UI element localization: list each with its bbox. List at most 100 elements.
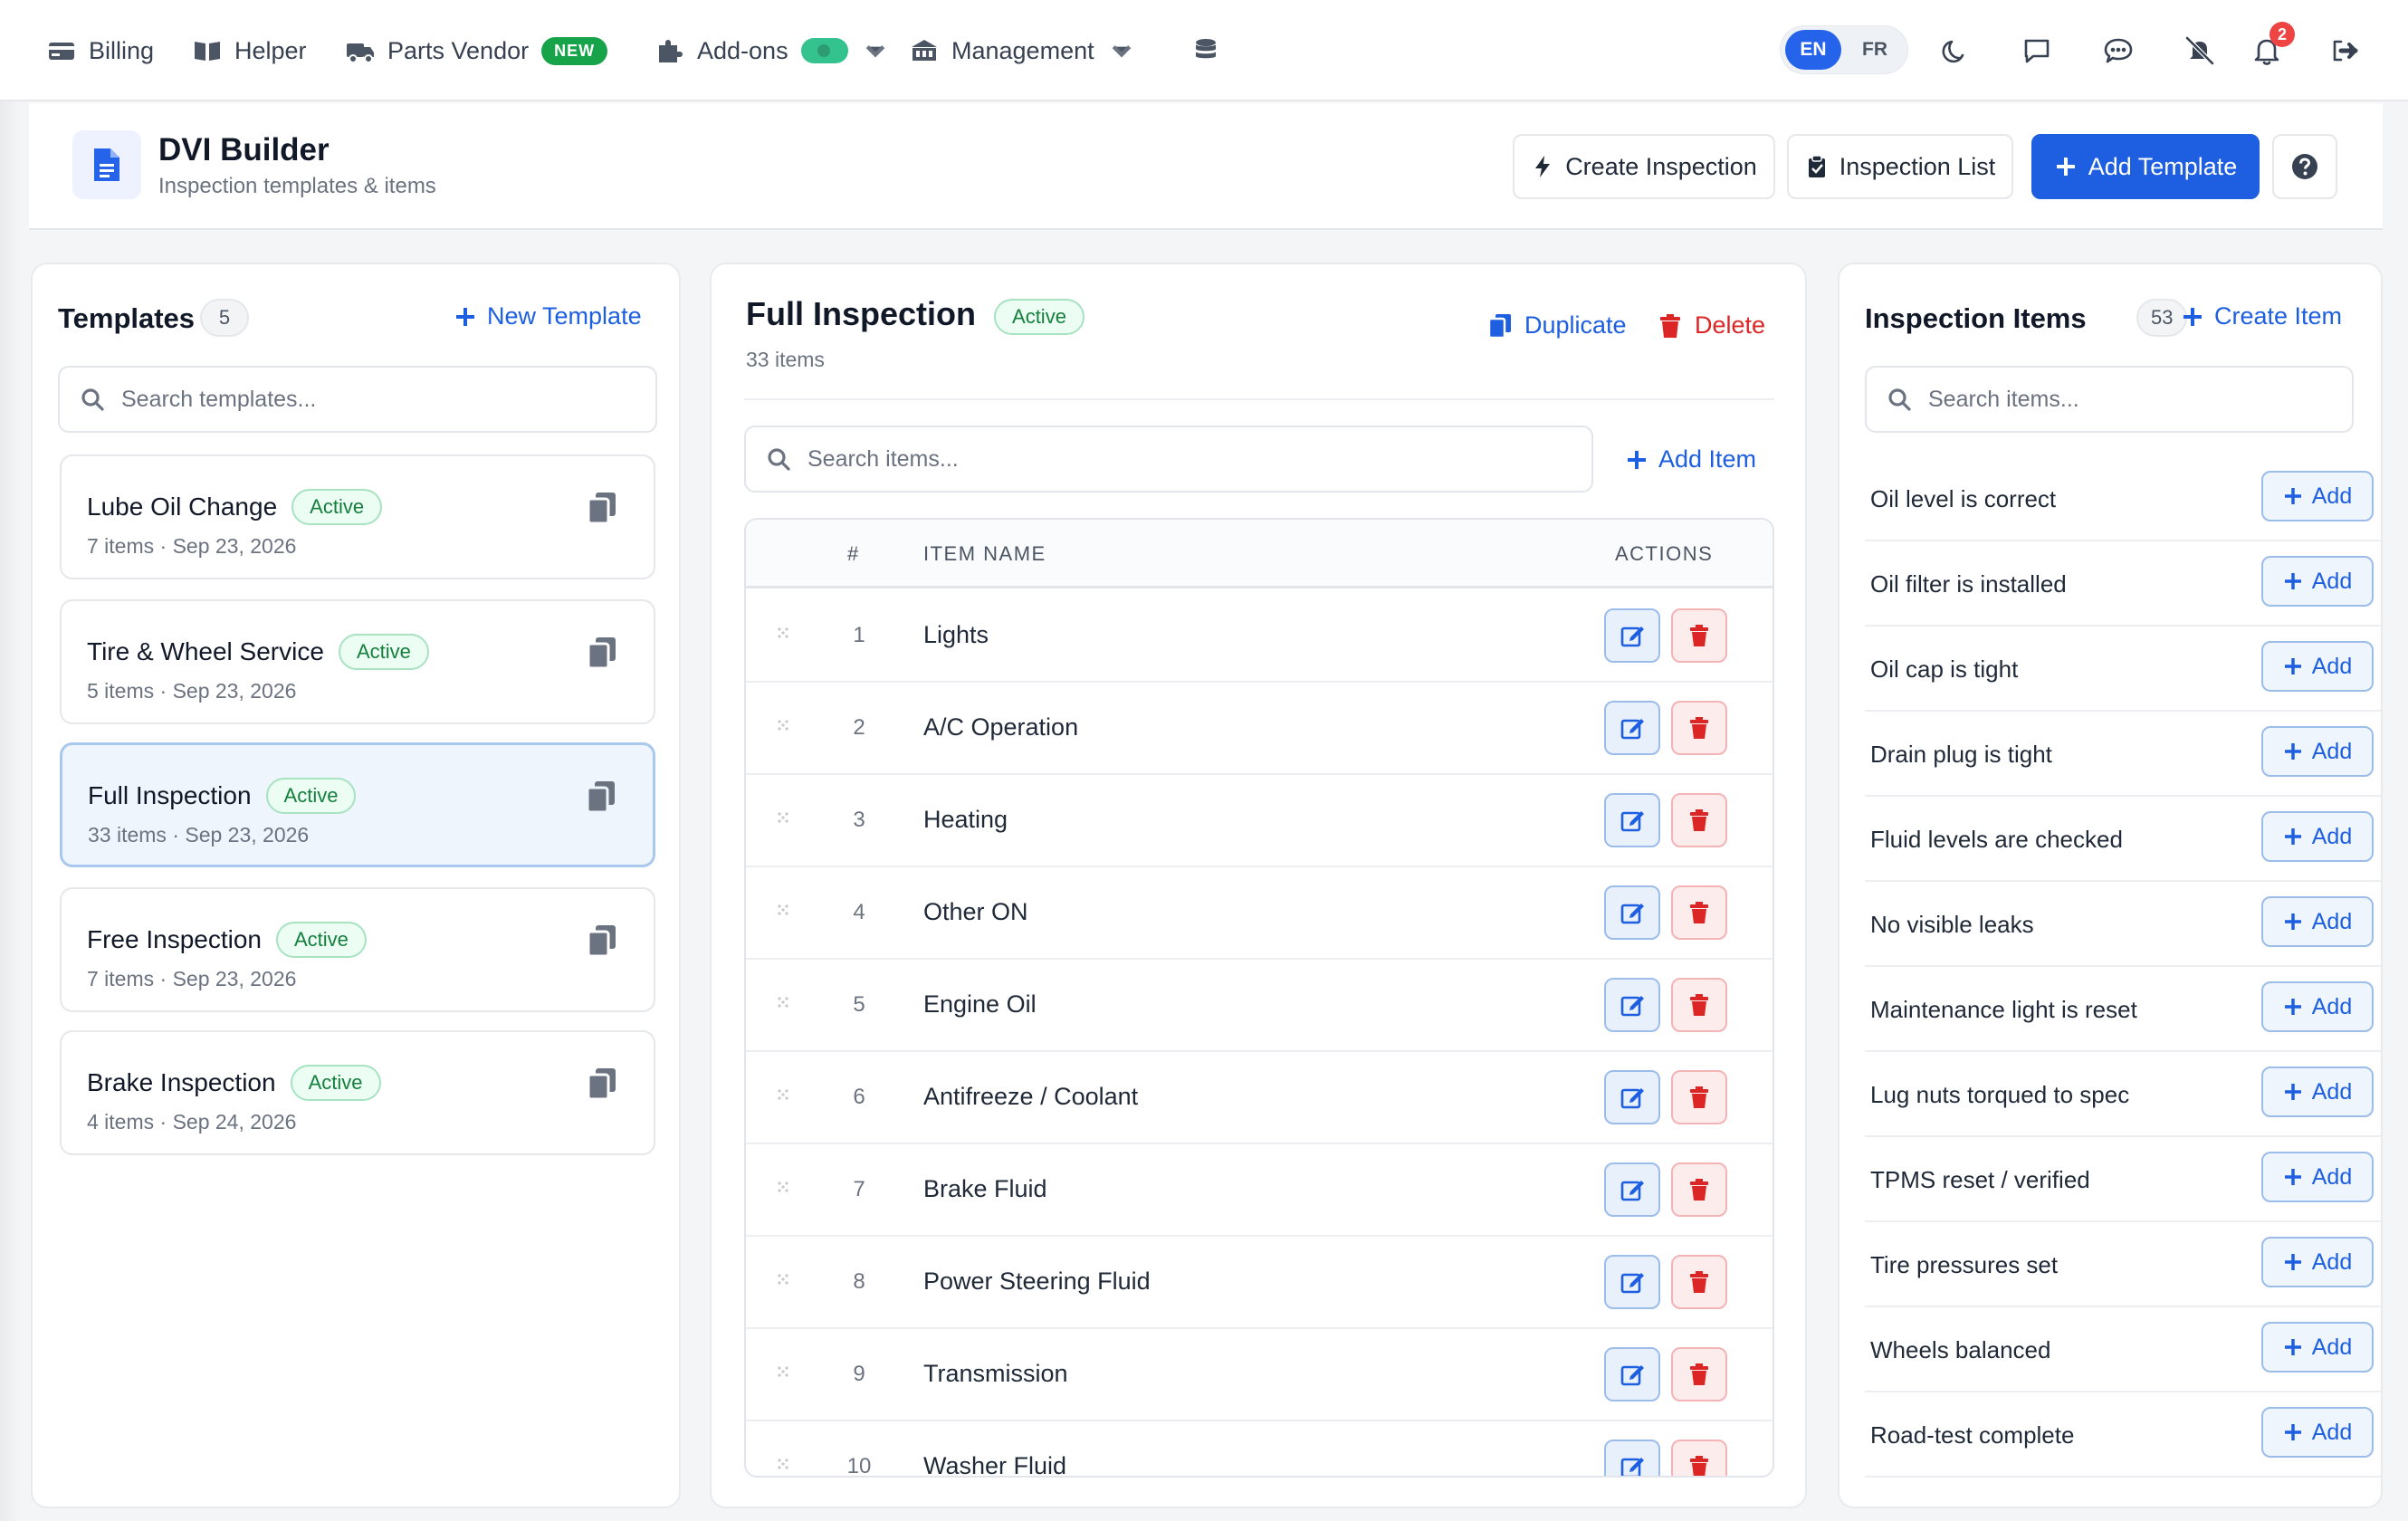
template-detail-title-row: Full Inspection Active [746, 295, 1085, 335]
create-inspection-button[interactable]: Create Inspection [1513, 134, 1775, 199]
nav-management[interactable]: Management [910, 0, 1136, 101]
template-search-input[interactable] [121, 386, 582, 413]
edit-item-button[interactable] [1604, 1347, 1660, 1401]
table-row[interactable]: 3 Heating [746, 775, 1773, 867]
delete-item-button[interactable] [1671, 701, 1727, 755]
duplicate-label: Duplicate [1524, 311, 1627, 339]
delete-item-button[interactable] [1671, 1070, 1727, 1124]
template-card[interactable]: Lube Oil Change Active 7 items · Sep 23, … [60, 454, 655, 579]
delete-item-button[interactable] [1671, 793, 1727, 847]
delete-item-button[interactable] [1671, 1347, 1727, 1401]
add-library-item-button[interactable]: Add [2261, 1152, 2374, 1202]
delete-item-button[interactable] [1671, 1255, 1727, 1309]
drag-handle-icon[interactable] [775, 809, 791, 826]
delete-template-button[interactable]: Delete [1658, 311, 1765, 340]
add-library-item-button[interactable]: Add [2261, 1322, 2374, 1373]
help-button[interactable] [2272, 134, 2337, 199]
status-badge: Active [338, 634, 429, 670]
drag-handle-icon[interactable] [775, 1363, 791, 1380]
nav-billing[interactable]: Billing [47, 0, 154, 101]
template-card[interactable]: Brake Inspection Active 4 items · Sep 24,… [60, 1030, 655, 1155]
add-library-item-button[interactable]: Add [2261, 641, 2374, 692]
add-library-item-button[interactable]: Add [2261, 1237, 2374, 1287]
table-row[interactable]: 8 Power Steering Fluid [746, 1237, 1773, 1329]
lang-fr[interactable]: FR [1847, 30, 1903, 70]
add-library-item-button[interactable]: Add [2261, 981, 2374, 1032]
drag-handle-icon[interactable] [775, 717, 791, 733]
add-item-link[interactable]: Add Item [1626, 445, 1756, 474]
create-item-link[interactable]: Create Item [2182, 302, 2342, 330]
addons-toggle[interactable] [800, 38, 848, 63]
lang-en[interactable]: EN [1785, 30, 1841, 70]
edit-item-button[interactable] [1604, 885, 1660, 940]
edit-item-button[interactable] [1604, 1440, 1660, 1476]
library-item-search-input[interactable] [1928, 386, 2301, 413]
delete-item-button[interactable] [1671, 885, 1727, 940]
copy-icon[interactable] [587, 1067, 617, 1101]
chat-button[interactable] [2100, 33, 2136, 69]
edit-item-button[interactable] [1604, 793, 1660, 847]
plus-icon [2284, 658, 2301, 674]
table-row[interactable]: 4 Other ON [746, 867, 1773, 960]
nav-parts-vendor[interactable]: Parts Vendor NEW [346, 0, 608, 101]
duplicate-button[interactable]: Duplicate [1488, 311, 1627, 340]
language-switcher[interactable]: EN FR [1780, 25, 1908, 74]
drag-handle-icon[interactable] [775, 1271, 791, 1287]
nav-helper[interactable]: Helper [193, 0, 307, 101]
edit-item-button[interactable] [1604, 1070, 1660, 1124]
nav-addons[interactable]: Add-ons [655, 0, 890, 101]
template-card[interactable]: Tire & Wheel Service Active 5 items · Sep… [60, 599, 655, 724]
table-row[interactable]: 2 A/C Operation [746, 683, 1773, 775]
drag-handle-icon[interactable] [775, 1179, 791, 1195]
messages-button[interactable] [2019, 33, 2055, 69]
copy-icon[interactable] [587, 923, 617, 958]
delete-item-button[interactable] [1671, 1440, 1727, 1476]
edit-item-button[interactable] [1604, 701, 1660, 755]
edit-item-button[interactable] [1604, 978, 1660, 1032]
library-item-search[interactable] [1865, 366, 2354, 433]
table-row[interactable]: 1 Lights [746, 590, 1773, 683]
edit-item-button[interactable] [1604, 1255, 1660, 1309]
add-label: Add [2311, 653, 2353, 679]
copy-icon[interactable] [587, 636, 617, 670]
add-library-item-button[interactable]: Add [2261, 896, 2374, 947]
template-card-selected[interactable]: Full Inspection Active 33 items · Sep 23,… [60, 742, 655, 867]
database-button[interactable] [1191, 0, 1220, 101]
drag-handle-icon[interactable] [775, 994, 791, 1010]
add-library-item-button[interactable]: Add [2261, 471, 2374, 521]
template-name: Lube Oil Change [87, 493, 278, 521]
table-row[interactable]: 10 Washer Fluid [746, 1421, 1773, 1476]
add-library-item-button[interactable]: Add [2261, 811, 2374, 862]
add-library-item-button[interactable]: Add [2261, 1407, 2374, 1458]
new-template-link[interactable]: New Template [454, 302, 642, 330]
copy-icon[interactable] [586, 780, 616, 814]
item-search-input[interactable] [807, 445, 1468, 473]
item-search[interactable] [744, 426, 1593, 493]
add-library-item-button[interactable]: Add [2261, 726, 2374, 777]
table-row[interactable]: 5 Engine Oil [746, 960, 1773, 1052]
copy-icon[interactable] [587, 491, 617, 525]
drag-handle-icon[interactable] [775, 625, 791, 641]
logout-button[interactable] [2327, 33, 2363, 69]
mute-button[interactable] [2182, 33, 2218, 69]
template-search[interactable] [58, 366, 657, 433]
drag-handle-icon[interactable] [775, 902, 791, 918]
table-row[interactable]: 9 Transmission [746, 1329, 1773, 1421]
column-header-item-name[interactable]: ITEM NAME [923, 542, 1046, 566]
edit-item-button[interactable] [1604, 1162, 1660, 1217]
table-row[interactable]: 6 Antifreeze / Coolant [746, 1052, 1773, 1144]
template-card[interactable]: Free Inspection Active 7 items · Sep 23, … [60, 887, 655, 1012]
drag-handle-icon[interactable] [775, 1086, 791, 1103]
delete-item-button[interactable] [1671, 1162, 1727, 1217]
table-row[interactable]: 7 Brake Fluid [746, 1144, 1773, 1237]
add-library-item-button[interactable]: Add [2261, 1067, 2374, 1117]
delete-item-button[interactable] [1671, 978, 1727, 1032]
delete-item-button[interactable] [1671, 608, 1727, 663]
drag-handle-icon[interactable] [775, 1456, 791, 1472]
inspection-list-button[interactable]: Inspection List [1787, 134, 2013, 199]
add-template-button[interactable]: Add Template [2031, 134, 2260, 199]
add-library-item-button[interactable]: Add [2261, 556, 2374, 607]
edit-item-button[interactable] [1604, 608, 1660, 663]
list-item: Road-test complete Add [1865, 1392, 2381, 1478]
dark-mode-button[interactable] [1937, 33, 1973, 69]
